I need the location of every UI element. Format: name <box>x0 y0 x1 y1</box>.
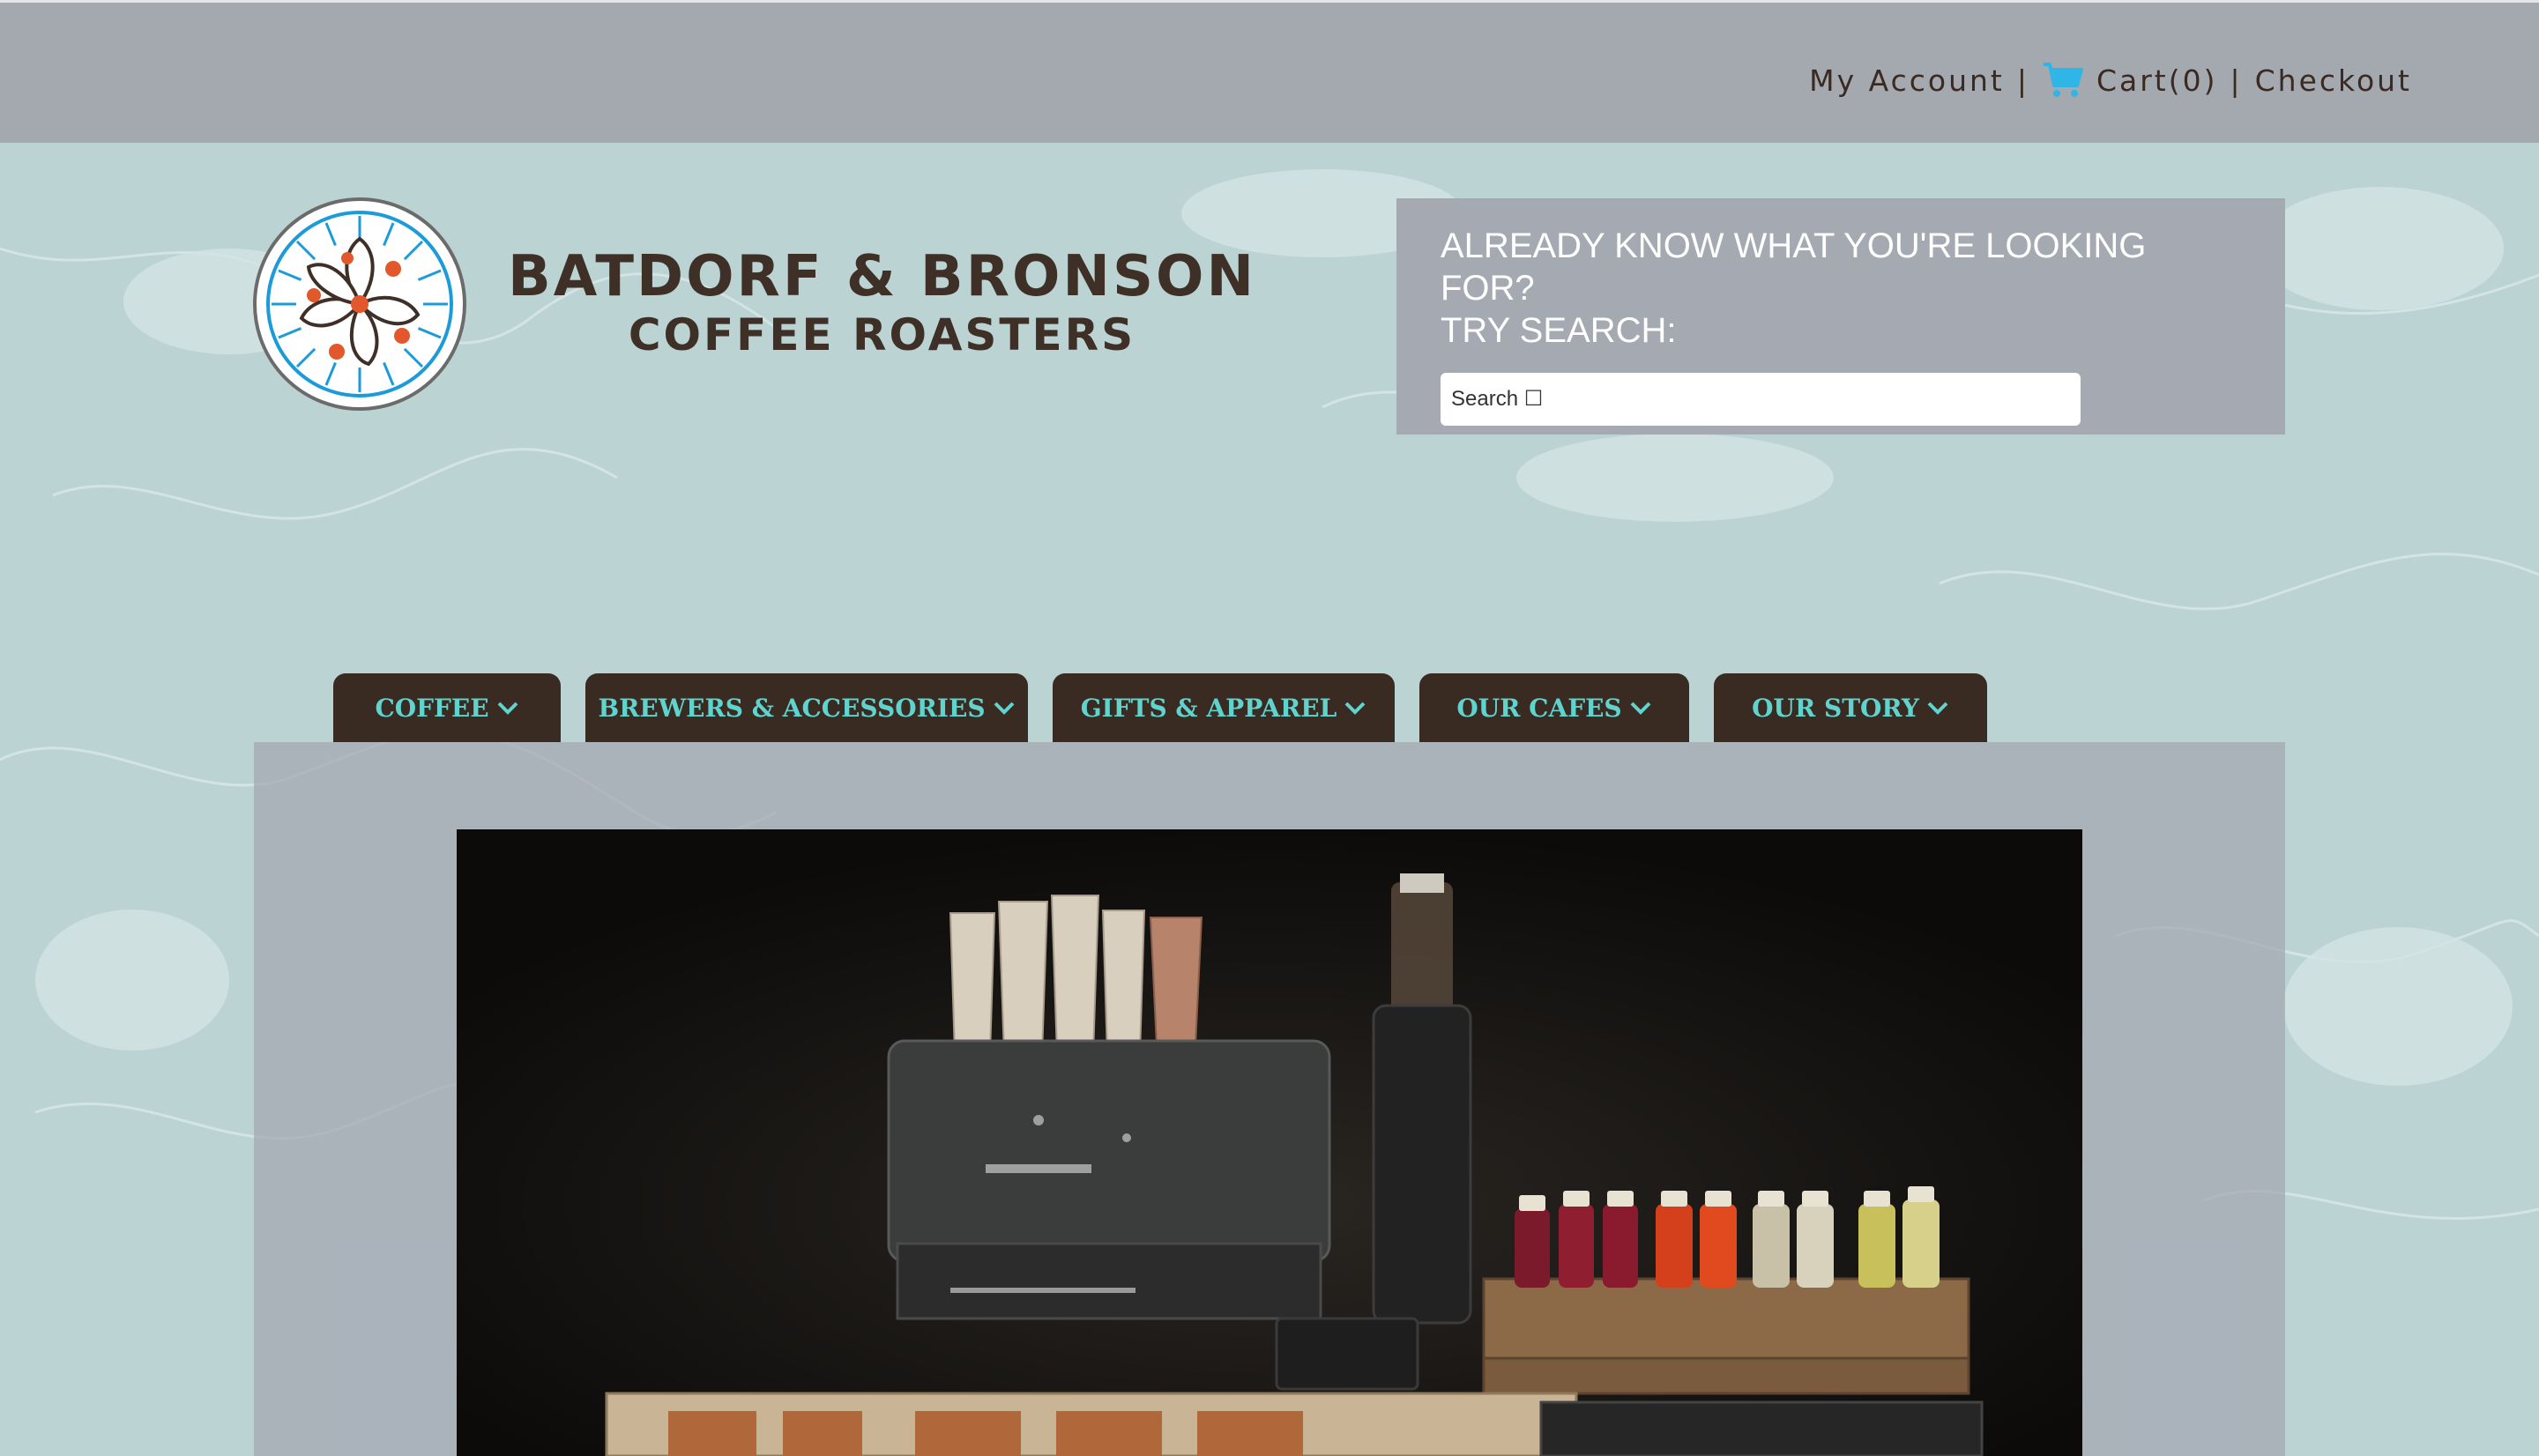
nav-tab-gifts-apparel[interactable]: GIFTS & APPAREL <box>1053 673 1395 742</box>
brand-name: BATDORF & BRONSON <box>508 244 1256 309</box>
main-content <box>254 742 2285 1456</box>
search-heading-line2: TRY SEARCH: <box>1441 311 1677 350</box>
main-navigation: COFFEE BREWERS & ACCESSORIES GIFTS & APP… <box>333 673 1987 742</box>
nav-tab-our-cafes[interactable]: OUR CAFES <box>1419 673 1689 742</box>
search-panel: ALREADY KNOW WHAT YOU'RE LOOKING FOR? TR… <box>1396 198 2285 435</box>
chevron-down-icon <box>993 700 1016 716</box>
shopping-cart-icon[interactable] <box>2042 61 2084 100</box>
nav-tab-coffee[interactable]: COFFEE <box>333 673 561 742</box>
nav-tab-brewers-accessories[interactable]: BREWERS & ACCESSORIES <box>585 673 1028 742</box>
search-heading: ALREADY KNOW WHAT YOU'RE LOOKING FOR? TR… <box>1441 225 2241 352</box>
search-heading-line1: ALREADY KNOW WHAT YOU'RE LOOKING FOR? <box>1441 227 2147 308</box>
nav-tab-label: GIFTS & APPAREL <box>1080 693 1337 723</box>
account-links: My Account | Cart(0) | Checkout <box>1809 61 2412 100</box>
separator: | <box>2230 63 2243 98</box>
chevron-down-icon <box>496 700 519 716</box>
my-account-link[interactable]: My Account <box>1809 63 2005 98</box>
chevron-down-icon <box>1344 700 1366 716</box>
separator: | <box>2016 63 2029 98</box>
brand-tagline: COFFEE ROASTERS <box>628 309 1136 360</box>
hero-image[interactable] <box>457 829 2082 1456</box>
top-utility-bar: My Account | Cart(0) | Checkout <box>0 0 2539 143</box>
flower-seal-icon <box>252 197 467 412</box>
search-input[interactable] <box>1451 387 2070 412</box>
nav-tab-label: OUR CAFES <box>1456 693 1622 723</box>
brand-wordmark: BATDORF & BRONSON COFFEE ROASTERS <box>508 246 1256 362</box>
nav-tab-our-story[interactable]: OUR STORY <box>1714 673 1987 742</box>
nav-tab-label: COFFEE <box>375 693 489 723</box>
chevron-down-icon <box>1926 700 1949 716</box>
nav-tab-label: BREWERS & ACCESSORIES <box>598 693 986 723</box>
nav-tab-label: OUR STORY <box>1752 693 1919 723</box>
search-field[interactable] <box>1441 373 2081 426</box>
brand-logo[interactable]: BATDORF & BRONSON COFFEE ROASTERS <box>252 197 1256 412</box>
chevron-down-icon <box>1629 700 1652 716</box>
cart-link[interactable]: Cart(0) <box>2096 63 2218 98</box>
checkout-link[interactable]: Checkout <box>2255 63 2412 98</box>
